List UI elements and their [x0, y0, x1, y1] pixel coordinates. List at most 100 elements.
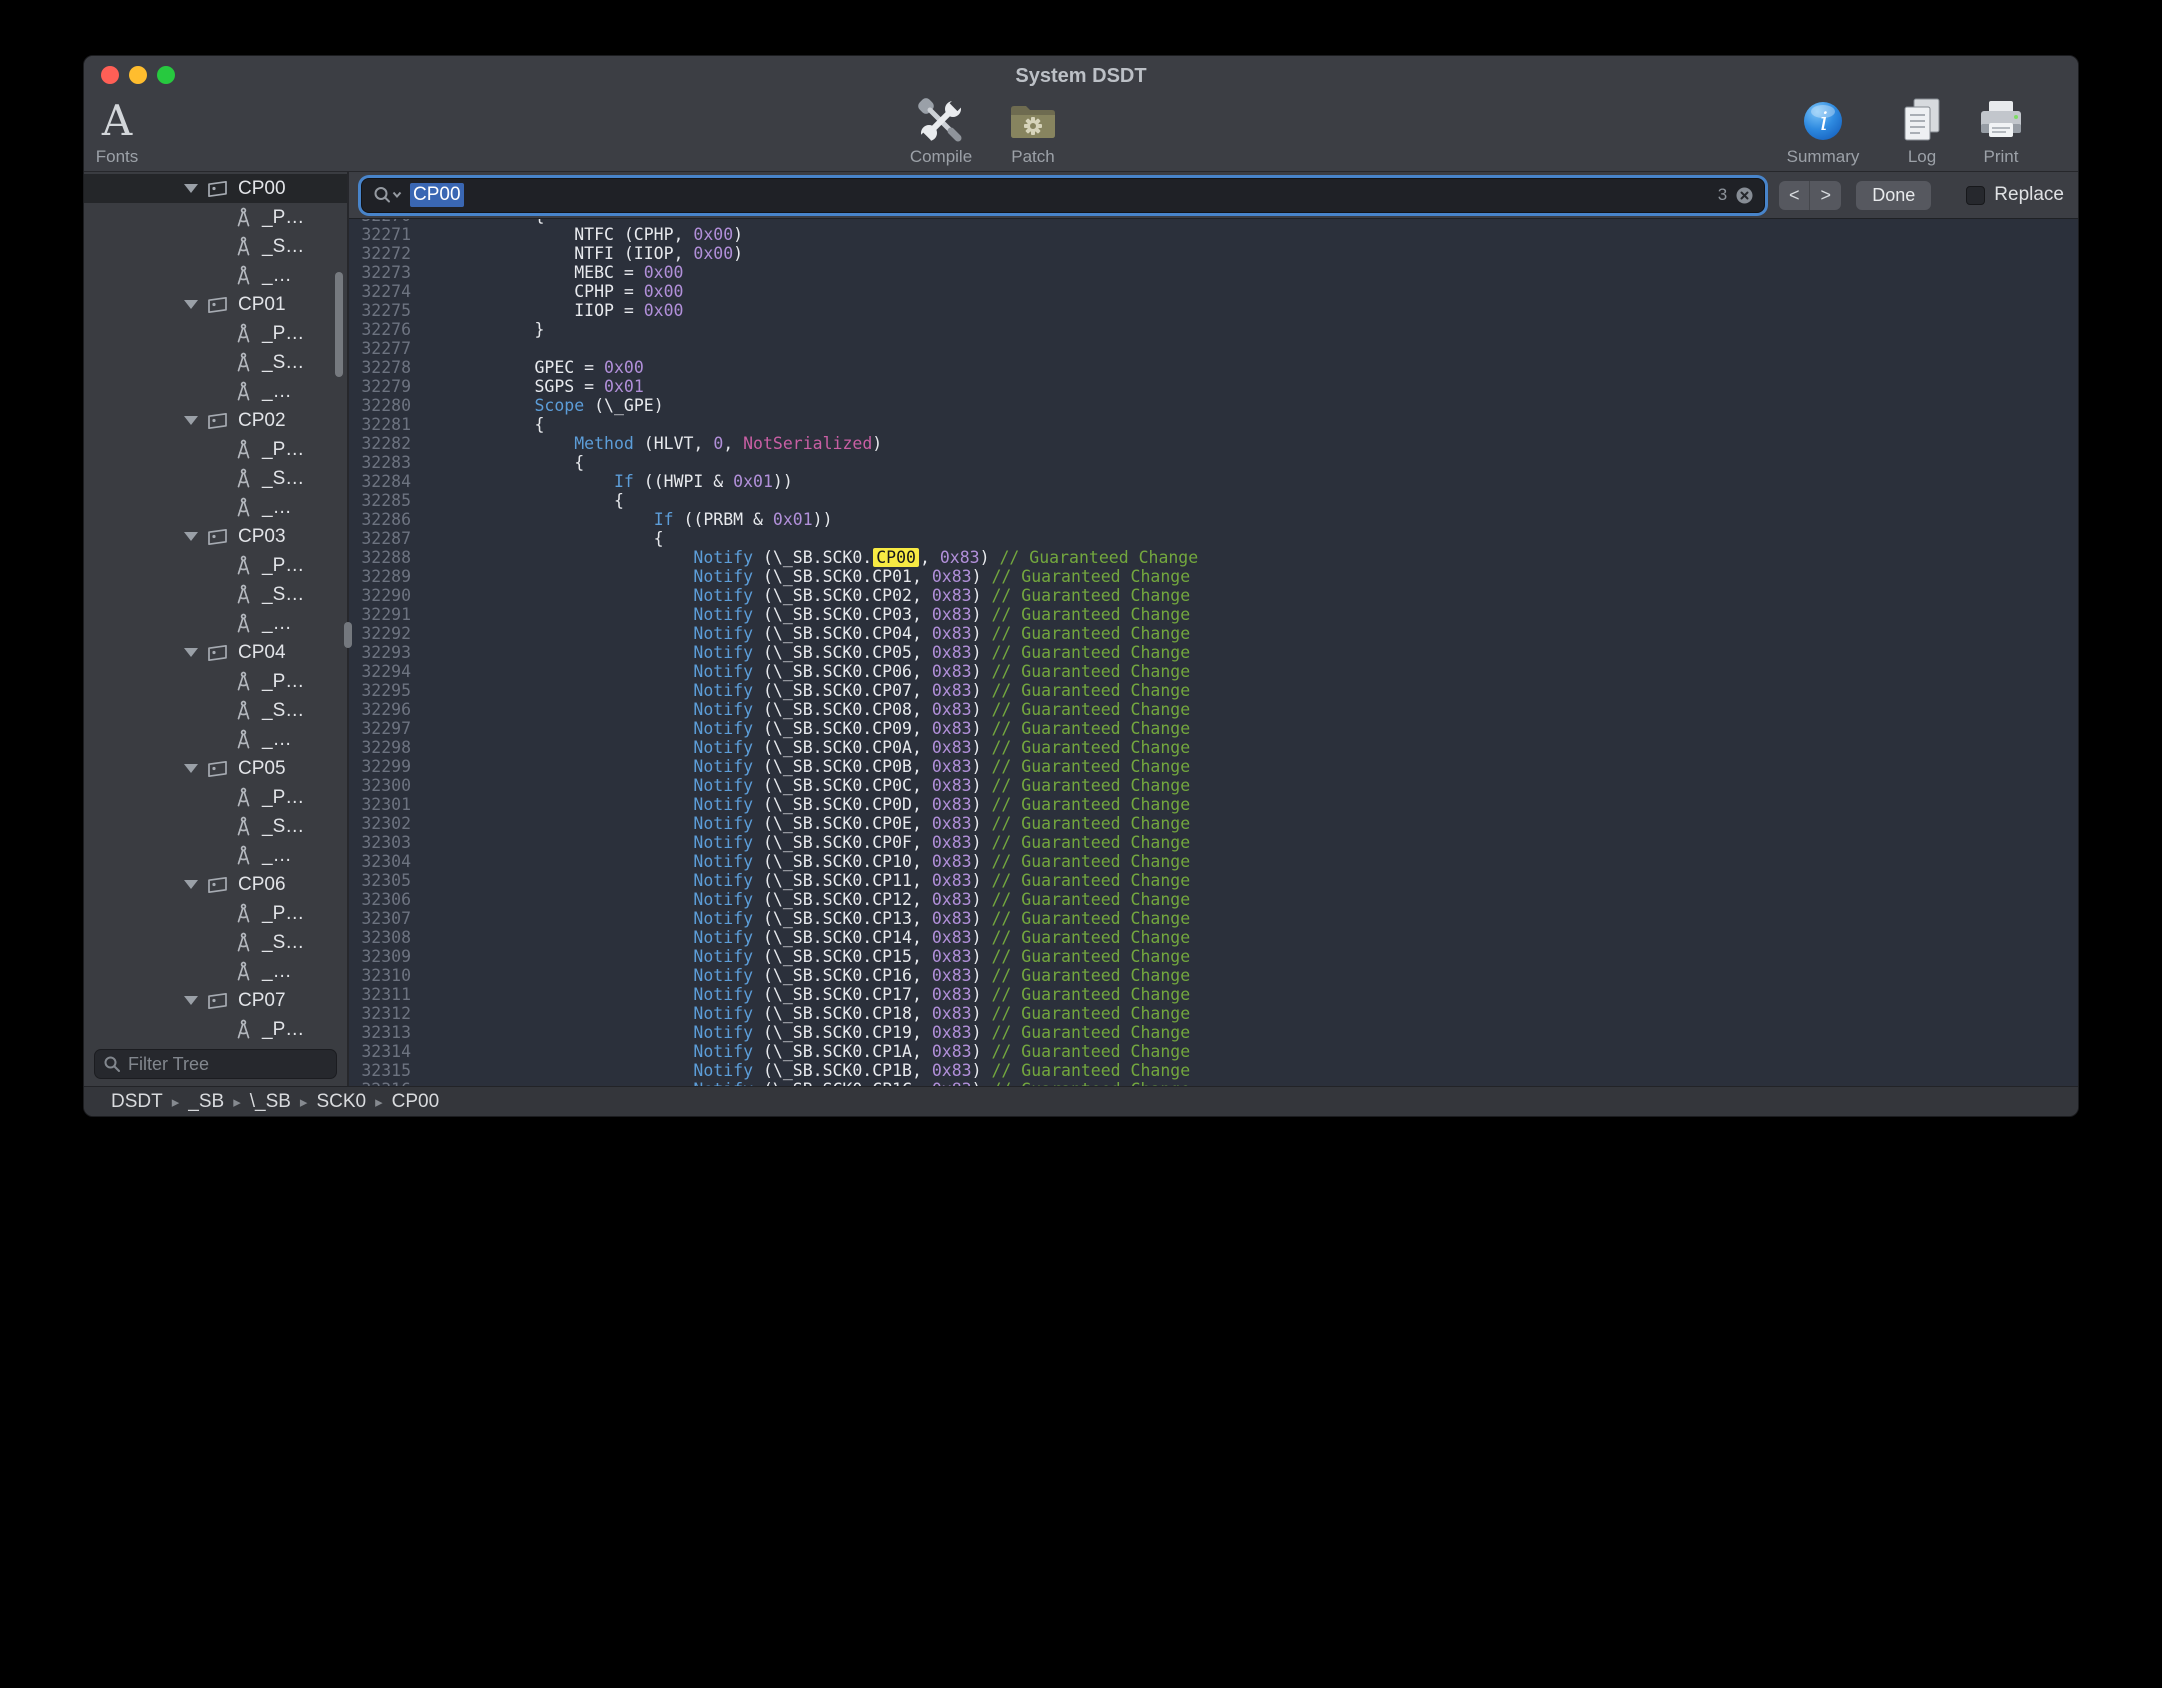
code-token	[455, 624, 693, 643]
code-token: 0x83	[932, 605, 972, 624]
code-line: GPEC = 0x00	[455, 358, 1198, 377]
find-next-button[interactable]: >	[1810, 181, 1841, 210]
disclosure-triangle-icon[interactable]	[184, 532, 198, 541]
sidebar-scrollbar[interactable]	[335, 272, 343, 377]
tree-item-cp06-child[interactable]: _…	[84, 957, 347, 986]
clear-search-button[interactable]	[1735, 186, 1754, 205]
code-line	[455, 339, 1198, 358]
tree-item-cp00-child[interactable]: _S…	[84, 232, 347, 261]
close-button[interactable]	[101, 66, 119, 84]
find-previous-button[interactable]: <	[1779, 181, 1810, 210]
done-button[interactable]: Done	[1856, 181, 1931, 210]
code-token: (\_SB.SCK0.CP0D,	[753, 795, 932, 814]
code-token: (\_SB.SCK0.CP11,	[753, 871, 932, 890]
tree-item-cp02[interactable]: CP02	[84, 406, 347, 435]
code-line: Notify (\_SB.SCK0.CP16, 0x83) // Guarant…	[455, 966, 1198, 985]
tree-item-cp05-child[interactable]: _S…	[84, 812, 347, 841]
tree-item-cp06-child[interactable]: _S…	[84, 928, 347, 957]
tree-item-cp01-child[interactable]: _S…	[84, 348, 347, 377]
tree-item-label: CP05	[238, 758, 286, 780]
pane-divider[interactable]	[347, 172, 349, 1086]
tree-item-cp02-child[interactable]: _S…	[84, 464, 347, 493]
code-token	[455, 567, 693, 586]
disclosure-triangle-icon[interactable]	[184, 300, 198, 309]
code-token: NTFI (IIOP,	[455, 244, 693, 263]
search-input[interactable]: CP00 3	[362, 179, 1764, 212]
summary-button[interactable]: i Summary	[1781, 96, 1865, 167]
disclosure-triangle-icon[interactable]	[184, 184, 198, 193]
tree-item-cp06-child[interactable]: _P…	[84, 899, 347, 928]
print-button[interactable]: Print	[1959, 96, 2043, 167]
line-number: 32278	[349, 358, 411, 377]
filter-placeholder: Filter Tree	[128, 1054, 209, 1075]
breadcrumb-item[interactable]: CP00	[392, 1091, 440, 1113]
code-token: Scope	[534, 396, 584, 415]
pane-divider-handle[interactable]	[344, 622, 352, 648]
disclosure-triangle-icon[interactable]	[184, 880, 198, 889]
code-token: SGPS =	[455, 377, 604, 396]
tree-item-cp06[interactable]: CP06	[84, 870, 347, 899]
tree-item-cp01-child[interactable]: _P…	[84, 319, 347, 348]
tree-item-cp04[interactable]: CP04	[84, 638, 347, 667]
scope-icon	[206, 296, 229, 314]
code-token: // Guaranteed Change	[991, 871, 1190, 890]
tree-item-cp00-child[interactable]: _P…	[84, 203, 347, 232]
zoom-button[interactable]	[157, 66, 175, 84]
code-line: Notify (\_SB.SCK0.CP17, 0x83) // Guarant…	[455, 985, 1198, 1004]
tree-item-cp03-child[interactable]: _…	[84, 609, 347, 638]
sidebar-tree: CP00_P…_S…_…CP01_P…_S…_…CP02_P…_S…_…CP03…	[84, 172, 347, 1046]
breadcrumb-item[interactable]: \_SB	[250, 1091, 291, 1113]
replace-checkbox[interactable]	[1966, 186, 1985, 205]
disclosure-triangle-icon[interactable]	[184, 764, 198, 773]
tree-item-cp01[interactable]: CP01	[84, 290, 347, 319]
compile-button[interactable]: Compile	[896, 96, 986, 167]
tree-item-cp00-child[interactable]: _…	[84, 261, 347, 290]
tree-item-cp03-child[interactable]: _S…	[84, 580, 347, 609]
tree-item-cp04-child[interactable]: _P…	[84, 667, 347, 696]
tree-item-cp05-child[interactable]: _P…	[84, 783, 347, 812]
disclosure-triangle-icon[interactable]	[184, 996, 198, 1005]
tree-item-cp07[interactable]: CP07	[84, 986, 347, 1015]
tree-item-cp02-child[interactable]: _P…	[84, 435, 347, 464]
code-token: )	[972, 643, 992, 662]
code-token: Notify	[693, 586, 753, 605]
tree-item-cp07-child[interactable]: _P…	[84, 1015, 347, 1044]
tree-item-cp02-child[interactable]: _…	[84, 493, 347, 522]
tree-item-cp03-child[interactable]: _P…	[84, 551, 347, 580]
code-token: )	[972, 1004, 992, 1023]
code-token: Notify	[693, 605, 753, 624]
tree-item-cp00[interactable]: CP00	[84, 174, 347, 203]
breadcrumb-item[interactable]: SCK0	[316, 1091, 366, 1113]
fonts-button[interactable]: A Fonts	[84, 96, 150, 167]
code-token: (\_SB.SCK0.CP16,	[753, 966, 932, 985]
search-icon[interactable]	[372, 185, 402, 205]
disclosure-triangle-icon[interactable]	[184, 416, 198, 425]
tree-item-label: CP03	[238, 526, 286, 548]
code-editor[interactable]: 3227032271322723227332274322753227632277…	[349, 219, 2078, 1086]
minimize-button[interactable]	[129, 66, 147, 84]
code-line: Notify (\_SB.SCK0.CP08, 0x83) // Guarant…	[455, 700, 1198, 719]
tree-item-cp01-child[interactable]: _…	[84, 377, 347, 406]
breadcrumb-item[interactable]: _SB	[188, 1091, 224, 1113]
tree-item-cp03[interactable]: CP03	[84, 522, 347, 551]
line-number: 32275	[349, 301, 411, 320]
patch-button[interactable]: Patch	[988, 96, 1078, 167]
code-token: )	[733, 225, 743, 244]
tree-item-label: _P…	[262, 207, 304, 229]
filter-tree-input[interactable]: Filter Tree	[94, 1049, 337, 1079]
disclosure-triangle-icon[interactable]	[184, 648, 198, 657]
tree-item-cp04-child[interactable]: _…	[84, 725, 347, 754]
code-token: (\_SB.SCK0.CP01,	[753, 567, 932, 586]
log-button[interactable]: Log	[1880, 96, 1964, 167]
tree-item-cp05-child[interactable]: _…	[84, 841, 347, 870]
tree-item-cp04-child[interactable]: _S…	[84, 696, 347, 725]
line-number: 32298	[349, 738, 411, 757]
tree-item-label: _P…	[262, 671, 304, 693]
code-token: (\_SB.SCK0.CP0F,	[753, 833, 932, 852]
code-token	[455, 795, 693, 814]
method-icon	[234, 845, 253, 866]
tree-item-cp05[interactable]: CP05	[84, 754, 347, 783]
code-token: )	[972, 700, 992, 719]
breadcrumb-item[interactable]: DSDT	[111, 1091, 163, 1113]
code-token: )	[972, 1023, 992, 1042]
